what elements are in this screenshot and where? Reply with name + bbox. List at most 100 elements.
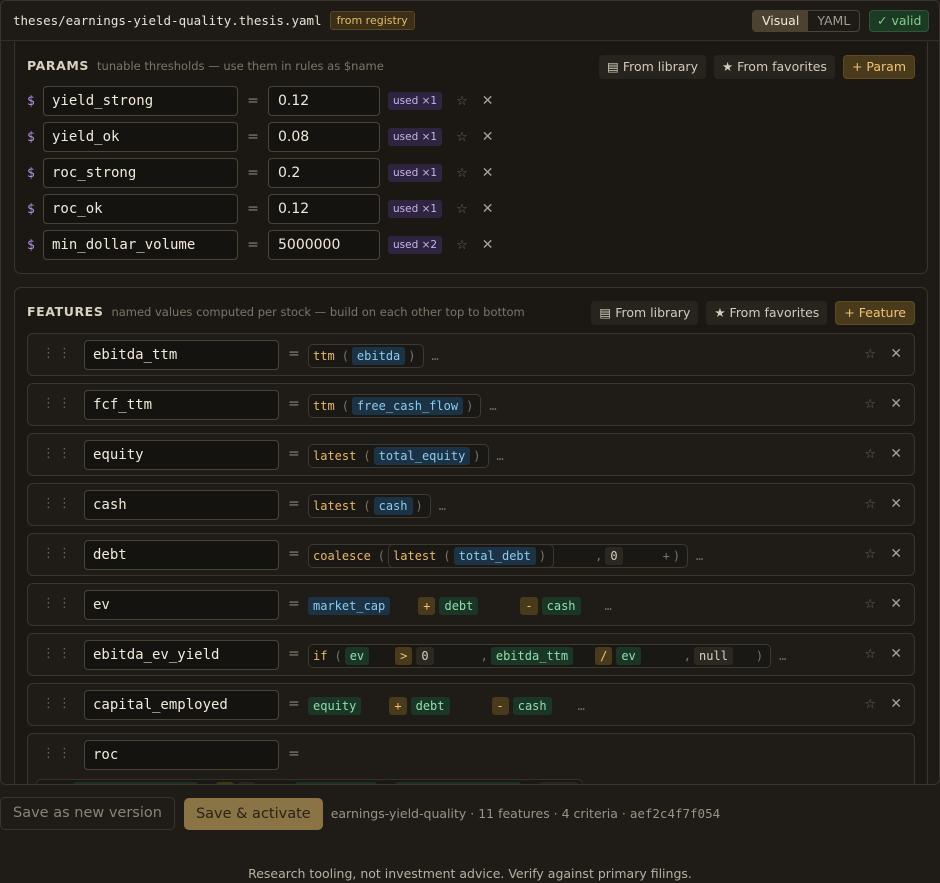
feature-ref[interactable]: ebitda_ttm (490, 647, 574, 665)
param-value-input[interactable]: 0.12 (268, 194, 380, 224)
operator[interactable]: + (418, 597, 436, 615)
feature-name-input[interactable]: ebitda_ev_yield (84, 640, 279, 670)
star-icon[interactable]: ☆ (864, 547, 876, 562)
feature-name-input[interactable]: ebitda_ttm (84, 340, 279, 370)
operator[interactable]: - (491, 697, 509, 715)
close-icon[interactable]: ✕ (482, 201, 494, 217)
more-icon[interactable]: … (497, 449, 504, 463)
field-ref[interactable]: total_equity (373, 447, 471, 465)
drag-handle-icon[interactable]: ⋮⋮ (42, 646, 74, 661)
feature-ref[interactable]: equity (308, 697, 362, 715)
param-value-input[interactable]: 0.2 (268, 158, 380, 188)
star-icon[interactable]: ☆ (864, 497, 876, 512)
close-icon[interactable]: ✕ (482, 237, 494, 253)
number-literal[interactable]: 0 (416, 647, 434, 665)
function-call[interactable]: latest ( total_equity ) (308, 444, 489, 468)
field-ref[interactable]: ebitda (351, 347, 406, 365)
star-icon[interactable]: ☆ (456, 238, 468, 253)
close-icon[interactable]: ✕ (890, 646, 902, 662)
params-from-library-button[interactable]: ▤ From library (599, 55, 706, 79)
feature-name-input[interactable]: debt (84, 540, 279, 570)
param-name-input[interactable]: roc_ok (43, 194, 238, 224)
features-from-library-button[interactable]: ▤ From library (591, 301, 699, 325)
close-icon[interactable]: ✕ (482, 129, 494, 145)
param-name-input[interactable]: roc_strong (43, 158, 238, 188)
feature-ref[interactable]: cash (512, 697, 552, 715)
drag-handle-icon[interactable]: ⋮⋮ (42, 546, 74, 561)
close-icon[interactable]: ✕ (890, 496, 902, 512)
param-value-input[interactable]: 0.12 (268, 86, 380, 116)
operator[interactable]: / (595, 647, 613, 665)
close-icon[interactable]: ✕ (482, 93, 494, 109)
feature-name-input[interactable]: fcf_ttm (84, 390, 279, 420)
drag-handle-icon[interactable]: ⋮⋮ (42, 746, 74, 761)
feature-name-input[interactable]: cash (84, 490, 279, 520)
operator[interactable]: > (216, 782, 234, 784)
function-call[interactable]: if ( capital_employed > 0 ebitda_ttm cap… (36, 779, 583, 784)
function-call[interactable]: if ( ev > 0 , ebitda_ttm / ev , null) (308, 644, 772, 668)
star-icon[interactable]: ☆ (864, 597, 876, 612)
drag-handle-icon[interactable]: ⋮⋮ (42, 446, 74, 461)
feature-ref[interactable]: debt (410, 697, 450, 715)
star-icon[interactable]: ☆ (456, 202, 468, 217)
field-ref[interactable]: total_debt (453, 547, 536, 565)
field-ref[interactable]: cash (373, 497, 413, 515)
star-icon[interactable]: ☆ (864, 647, 876, 662)
add-arg-icon[interactable]: + (663, 549, 670, 563)
feature-ref[interactable]: capital_employed (395, 782, 521, 784)
operator[interactable]: > (395, 647, 413, 665)
function-call[interactable]: ttm ( ebitda ) (308, 344, 424, 368)
more-icon[interactable]: … (605, 599, 612, 613)
view-visual-tab[interactable]: Visual (753, 11, 809, 31)
drag-handle-icon[interactable]: ⋮⋮ (42, 596, 74, 611)
features-from-favorites-button[interactable]: ★ From favorites (706, 301, 828, 325)
close-icon[interactable]: ✕ (890, 596, 902, 612)
save-new-version-button[interactable]: Save as new version (0, 797, 175, 830)
null-literal[interactable]: null (694, 647, 733, 665)
feature-name-input[interactable]: equity (84, 440, 279, 470)
params-from-favorites-button[interactable]: ★ From favorites (713, 55, 835, 79)
function-call[interactable]: latest ( cash ) (308, 494, 431, 518)
star-icon[interactable]: ☆ (456, 130, 468, 145)
feature-ref[interactable]: ebitda_ttm (294, 782, 377, 784)
feature-name-input[interactable]: capital_employed (84, 690, 279, 720)
function-call[interactable]: ttm ( free_cash_flow ) (308, 394, 482, 418)
drag-handle-icon[interactable]: ⋮⋮ (42, 396, 74, 411)
operator[interactable]: - (520, 597, 538, 615)
drag-handle-icon[interactable]: ⋮⋮ (42, 696, 74, 711)
param-name-input[interactable]: min_dollar_volume (43, 230, 238, 260)
param-name-input[interactable]: yield_strong (43, 86, 238, 116)
more-icon[interactable]: … (779, 649, 786, 663)
function-call[interactable]: coalesce ( latest ( total_debt ) , 0 + ) (308, 544, 689, 568)
close-icon[interactable]: ✕ (890, 346, 902, 362)
close-icon[interactable]: ✕ (482, 165, 494, 181)
add-feature-button[interactable]: + Feature (835, 301, 915, 325)
feature-name-input[interactable]: ev (84, 590, 279, 620)
star-icon[interactable]: ☆ (456, 94, 468, 109)
star-icon[interactable]: ☆ (864, 697, 876, 712)
feature-ref[interactable]: ev (616, 647, 641, 665)
null-literal[interactable]: null (538, 782, 578, 784)
feature-ref[interactable]: ev (344, 647, 370, 665)
feature-ref[interactable]: capital_employed (72, 782, 199, 784)
star-icon[interactable]: ☆ (864, 447, 876, 462)
star-icon[interactable]: ☆ (864, 397, 876, 412)
feature-name-input[interactable]: roc (84, 740, 279, 770)
param-value-input[interactable]: 0.08 (268, 122, 380, 152)
number-literal[interactable]: 0 (237, 782, 255, 784)
param-name-input[interactable]: yield_ok (43, 122, 238, 152)
operator[interactable]: + (389, 697, 407, 715)
star-icon[interactable]: ☆ (864, 347, 876, 362)
more-icon[interactable]: … (696, 549, 703, 563)
close-icon[interactable]: ✕ (890, 546, 902, 562)
view-yaml-tab[interactable]: YAML (808, 11, 859, 31)
feature-ref[interactable]: debt (439, 597, 479, 615)
feature-ref[interactable]: cash (541, 597, 581, 615)
field-ref[interactable]: free_cash_flow (351, 397, 464, 415)
close-icon[interactable]: ✕ (890, 446, 902, 462)
drag-handle-icon[interactable]: ⋮⋮ (42, 496, 74, 511)
more-icon[interactable]: … (489, 399, 496, 413)
star-icon[interactable]: ☆ (456, 166, 468, 181)
field-ref[interactable]: market_cap (308, 597, 391, 615)
nested-function-call[interactable]: latest ( total_debt ) (388, 544, 555, 568)
